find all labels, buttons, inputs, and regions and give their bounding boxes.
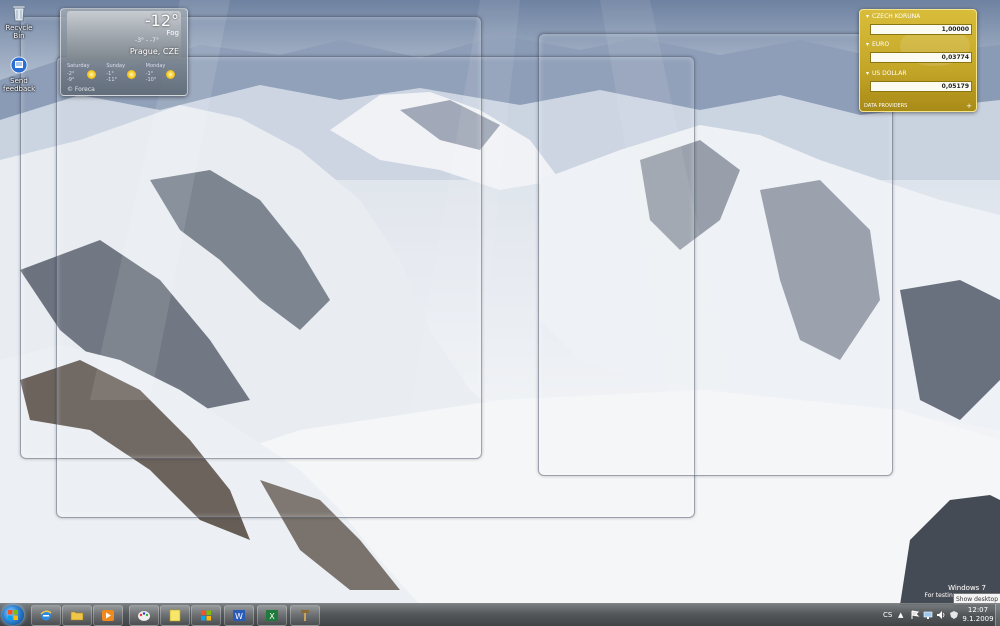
chevron-down-icon[interactable]: ▾ [866,13,869,20]
taskbar-ie-button[interactable] [31,605,61,626]
excel-icon: X [266,610,278,621]
windows-flag-icon [8,610,18,620]
taskbar-explorer-button[interactable] [62,605,92,626]
weather-range: -3° - -7° [135,37,159,44]
forecast-low: -11° [106,77,117,83]
currency-name: CZECH KORUNA [872,13,921,20]
internet-explorer-icon [40,610,52,621]
clock-time: 12:07 [967,606,989,614]
media-player-icon [102,610,114,621]
forecast-low: -10° [145,77,157,83]
forecast-day: Sunday -1° -11° [104,63,143,85]
taskbar-clock[interactable]: 12:07 9.1.2009 [962,606,994,624]
sun-icon [126,70,136,79]
currency-gadget[interactable]: ▾ CZECH KORUNA 1,00000 ▾ EURO 0,03774 ▾ … [859,9,977,112]
weather-gadget[interactable]: -12° Fog -3° - -7° Prague, CZE Saturday … [60,8,188,96]
desktop-icon-recycle-bin[interactable]: Recycle Bin [3,3,35,40]
currency-value: 1,00000 [941,26,969,33]
sticky-notes-icon [169,609,181,622]
tray-flag-icon[interactable] [910,610,920,620]
taskbar-windows-button[interactable] [191,605,221,626]
tray-security-icon[interactable] [949,610,959,620]
weather-temperature: -12° [144,11,179,30]
chevron-down-icon[interactable]: ▾ [866,41,869,48]
currency-name: US DOLLAR [872,70,907,77]
feedback-icon [9,56,29,76]
taskbar-media-button[interactable] [93,605,123,626]
chevron-down-icon[interactable]: ▾ [866,70,869,77]
clock-date: 9.1.2009 [962,615,994,623]
weather-current-panel: -12° Fog -3° - -7° Prague, CZE [67,11,181,61]
currency-value-box: 0,03774 [870,52,972,63]
taskbar-paint-button[interactable] [129,605,159,626]
folder-icon [70,611,84,621]
watermark-title: Windows 7 [948,584,986,592]
currency-value-box: 0,05179 [870,81,972,92]
desktop-icon-label: Recycle Bin [5,24,33,40]
recycle-bin-icon [9,3,29,23]
tray-volume-icon[interactable] [936,610,946,620]
taskbar-tool-button[interactable] [290,605,320,626]
svg-text:X: X [269,612,275,621]
currency-name: EURO [872,41,890,48]
tray-show-hidden-icons[interactable]: ▲ [898,604,903,626]
weather-source[interactable]: © Foreca [67,86,95,93]
currency-value-box: 1,00000 [870,24,972,35]
windows-icon [201,610,211,621]
forecast-day-name: Sunday [106,63,126,69]
forecast-day-name: Saturday [67,63,90,69]
add-currency-button[interactable]: + [966,102,972,110]
svg-text:W: W [235,612,243,621]
taskbar-word-button[interactable]: W [224,605,254,626]
taskbar-excel-button[interactable]: X [257,605,287,626]
sun-icon [165,70,175,79]
desktop-icon-label: Send feedback [3,77,36,93]
desktop-icon-send-feedback[interactable]: Send feedback [3,56,35,93]
sun-icon [87,70,97,79]
language-indicator[interactable]: CS [883,604,892,626]
weather-city: Prague, CZE [129,47,179,56]
data-providers-link[interactable]: DATA PROVIDERS [864,103,907,109]
chevron-up-icon: ▲ [898,611,904,619]
tray-network-icon[interactable] [923,610,933,620]
peek-window-outline-3 [538,33,893,476]
weather-forecast: Saturday -2° -9° Sunday -1° -11° Monday … [65,63,183,85]
taskbar: W X CS ▲ 12:07 9.1.2009 [0,603,1000,626]
language-label: CS [883,611,893,619]
word-icon: W [233,610,245,621]
currency-value: 0,03774 [941,54,969,61]
forecast-day: Saturday -2° -9° [65,63,104,85]
currency-value: 0,05179 [941,83,969,90]
forecast-low: -9° [67,77,75,83]
show-desktop-button[interactable] [995,604,1000,626]
tool-icon [301,610,309,621]
start-button[interactable] [2,605,24,625]
forecast-day: Monday -1° -10° [144,63,183,85]
paint-icon [138,611,150,621]
weather-condition: Fog [166,29,179,37]
taskbar-notes-button[interactable] [160,605,190,626]
forecast-day-name: Monday [145,63,166,69]
